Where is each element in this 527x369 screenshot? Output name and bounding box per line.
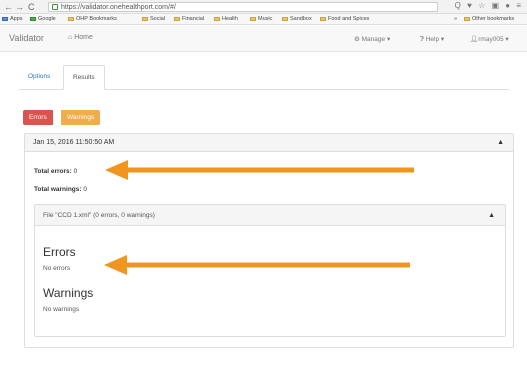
arrow-no-errors (104, 255, 410, 275)
arrow-total-errors (105, 160, 414, 180)
annotation-arrows (104, 160, 414, 275)
